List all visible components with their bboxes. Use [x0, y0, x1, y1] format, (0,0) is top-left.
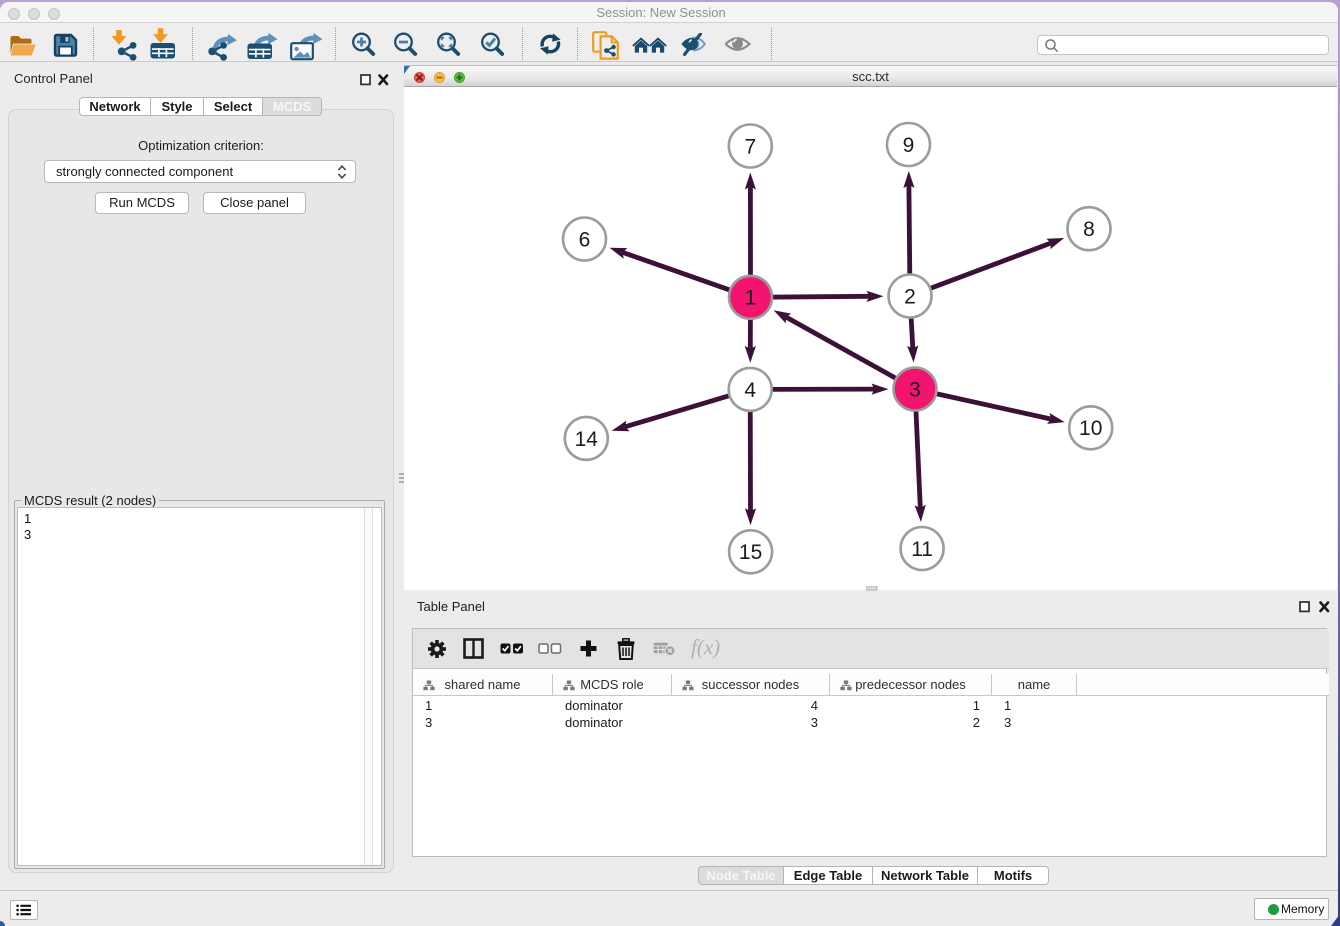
- svg-text:7: 7: [744, 135, 756, 158]
- svg-text:10: 10: [1079, 417, 1102, 440]
- svg-text:14: 14: [575, 428, 599, 451]
- svg-text:2: 2: [904, 285, 916, 308]
- svg-text:8: 8: [1083, 218, 1095, 241]
- svg-text:3: 3: [909, 378, 921, 401]
- svg-text:1: 1: [745, 287, 757, 310]
- svg-text:6: 6: [579, 228, 591, 251]
- svg-text:9: 9: [903, 134, 915, 157]
- svg-text:11: 11: [911, 538, 933, 561]
- svg-text:4: 4: [744, 379, 756, 402]
- svg-text:15: 15: [739, 541, 762, 564]
